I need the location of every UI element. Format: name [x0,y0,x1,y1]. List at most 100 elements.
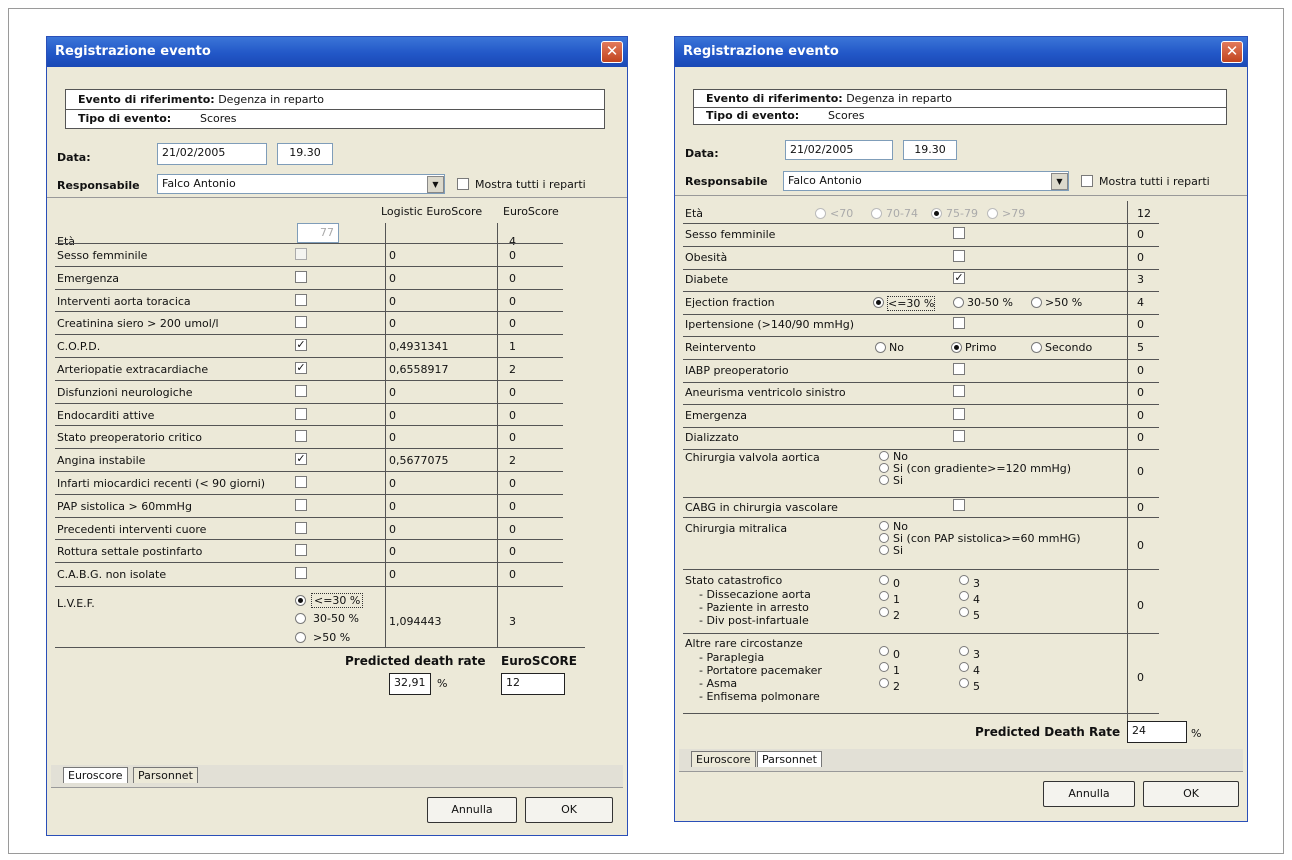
row-radio-0[interactable] [873,297,884,308]
risk-checkbox[interactable] [953,385,965,397]
risk-checkbox[interactable] [295,476,307,488]
risk-checkbox[interactable] [295,316,307,328]
risk-checkbox[interactable] [953,408,965,420]
cat_options-radio-3[interactable] [959,575,969,585]
cat_options-radio-1[interactable] [879,591,889,601]
eta-radio-1[interactable] [871,208,882,219]
ok-button[interactable]: OK [1143,781,1239,807]
rare_options-radio-5[interactable] [959,678,969,688]
tab-euroscore[interactable]: Euroscore [691,751,756,767]
tab-parsonnet[interactable]: Parsonnet [757,751,822,767]
table-row-logistic: 0 [389,409,396,422]
risk-checkbox[interactable] [295,522,307,534]
cabg-checkbox[interactable] [953,499,965,511]
responsabile-select[interactable]: Falco Antonio [157,174,445,194]
risk-checkbox[interactable] [295,248,307,260]
event-ref-value: Degenza in reparto [846,92,953,105]
date-label: Data: [57,151,91,164]
rare_options-radio-4[interactable] [959,662,969,672]
lvef-radio-2[interactable] [295,632,306,643]
row-radio-2[interactable] [1031,297,1042,308]
rare_options-radio-2[interactable] [879,678,889,688]
risk-checkbox[interactable] [953,430,965,442]
eta-radio-0[interactable] [815,208,826,219]
mitr_options-radio-0[interactable] [879,521,889,531]
rare_options-radio-1[interactable] [879,662,889,672]
cabg-score: 0 [1137,501,1144,514]
mitr_options-radio-2[interactable] [879,545,889,555]
eta-radio-3[interactable] [987,208,998,219]
risk-checkbox[interactable] [295,408,307,420]
row-radio-2[interactable] [1031,342,1042,353]
risk-checkbox[interactable] [953,317,965,329]
risk-checkbox[interactable] [953,363,965,375]
lvef-radio-0[interactable] [295,595,306,606]
risk-checkbox[interactable]: ✓ [295,339,307,351]
cancel-button[interactable]: Annulla [1043,781,1135,807]
time-field[interactable]: 19.30 [903,140,957,160]
table-row-label: Infarti miocardici recenti (< 90 giorni) [57,477,266,490]
cat_options-radio-4[interactable] [959,591,969,601]
table-row-label: Ipertensione (>140/90 mmHg) [685,318,855,331]
row-radio-0[interactable] [875,342,886,353]
chevron-down-icon[interactable]: ▼ [1051,173,1068,190]
ok-button[interactable]: OK [525,797,613,823]
window-title: Registrazione evento [683,44,839,59]
mostra-tutti-checkbox[interactable] [457,178,469,190]
rare_options-option-3: 3 [973,648,980,661]
eta-input[interactable]: 77 [297,223,339,243]
risk-checkbox[interactable] [953,250,965,262]
risk-checkbox[interactable] [295,385,307,397]
date-field[interactable]: 21/02/2005 [785,140,893,160]
cat_options-radio-5[interactable] [959,607,969,617]
risk-checkbox[interactable] [295,294,307,306]
tab-parsonnet[interactable]: Parsonnet [133,767,198,783]
cat_options-option-2: 2 [893,609,900,622]
valv_options-radio-2[interactable] [879,475,889,485]
pdr-field[interactable]: 32,91 [389,673,431,695]
pdr-unit: % [1191,727,1202,740]
lvef-option-2: >50 % [313,631,351,644]
row-divider [55,562,563,563]
time-field[interactable]: 19.30 [277,143,333,165]
row-divider [55,311,563,312]
risk-checkbox[interactable]: ✓ [953,272,965,284]
pdr-field[interactable]: 24 [1127,721,1187,743]
rare-label: Altre rare circostanze [685,637,803,650]
cancel-button[interactable]: Annulla [427,797,517,823]
risk-checkbox[interactable] [953,227,965,239]
mostra-tutti-checkbox[interactable] [1081,175,1093,187]
cat_options-radio-0[interactable] [879,575,889,585]
table-row-label: Stato preoperatorio critico [57,431,202,444]
row-radio-1[interactable] [953,297,964,308]
risk-checkbox[interactable]: ✓ [295,453,307,465]
cat_options-radio-2[interactable] [879,607,889,617]
mitr_options-radio-1[interactable] [879,533,889,543]
table-row-score: 0 [509,477,516,490]
risk-checkbox[interactable] [295,271,307,283]
responsabile-select[interactable]: Falco Antonio [783,171,1069,191]
row-radio-1[interactable] [951,342,962,353]
tab-euroscore[interactable]: Euroscore [63,767,128,783]
rare_options-radio-3[interactable] [959,646,969,656]
table-row-label: Arteriopatie extracardiache [57,363,209,376]
valv_options-radio-1[interactable] [879,463,889,473]
date-field[interactable]: 21/02/2005 [157,143,267,165]
table-row-score: 0 [509,545,516,558]
close-button[interactable]: ✕ [601,41,623,63]
risk-checkbox[interactable] [295,499,307,511]
risk-checkbox[interactable] [295,544,307,556]
chevron-down-icon[interactable]: ▼ [427,176,444,193]
lvef-radio-1[interactable] [295,613,306,624]
eta-radio-2[interactable] [931,208,942,219]
rare_options-radio-0[interactable] [879,646,889,656]
risk-checkbox[interactable]: ✓ [295,362,307,374]
cat_options-option-5: 5 [973,609,980,622]
valv_options-radio-0[interactable] [879,451,889,461]
risk-checkbox[interactable] [295,430,307,442]
close-button[interactable]: ✕ [1221,41,1243,63]
euroscore-total-field[interactable]: 12 [501,673,565,695]
table-row-score: 0 [1137,409,1144,422]
risk-checkbox[interactable] [295,567,307,579]
event-ref-label: Evento di riferimento: [706,92,843,105]
